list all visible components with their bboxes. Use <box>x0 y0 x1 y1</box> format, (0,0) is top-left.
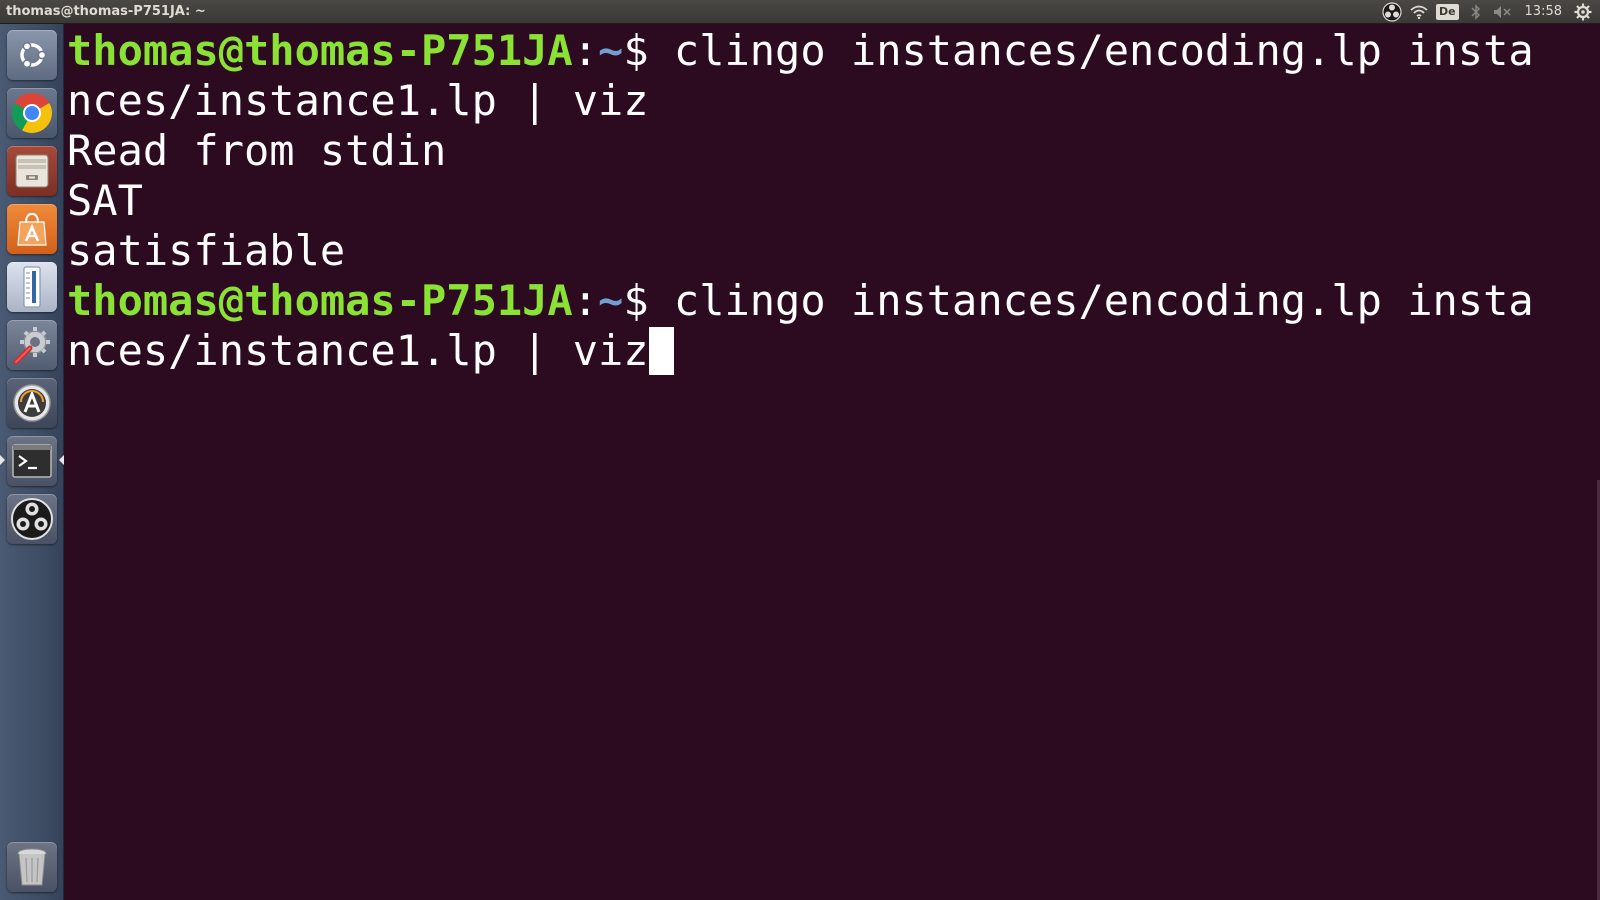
prompt-separator: : <box>572 26 599 75</box>
text-cursor <box>648 327 674 375</box>
updater-icon <box>13 384 51 422</box>
chrome-icon <box>12 93 52 133</box>
command-input[interactable]: nces/instance1.lp | viz <box>67 326 649 375</box>
launcher <box>0 24 64 900</box>
terminal-line-3: Read from stdin <box>67 126 447 175</box>
clock[interactable]: 13:58 <box>1517 4 1570 19</box>
launcher-dash-home[interactable] <box>7 30 57 80</box>
wifi-icon[interactable] <box>1406 0 1432 24</box>
file-cabinet-icon <box>15 154 49 188</box>
session-gear-icon[interactable] <box>1570 0 1596 24</box>
launcher-system-settings[interactable] <box>7 320 57 370</box>
prompt-separator: : <box>572 276 599 325</box>
launcher-running-indicator <box>0 455 5 465</box>
launcher-software-updater[interactable] <box>7 378 57 428</box>
terminal-line-7[interactable]: nces/instance1.lp | viz <box>67 326 1600 376</box>
window-title: thomas@thomas-P751JA: ~ <box>6 4 206 19</box>
command-text: clingo instances/encoding.lp insta <box>673 276 1534 325</box>
prompt-path: ~ <box>598 26 624 75</box>
launcher-chrome[interactable] <box>7 88 57 138</box>
prompt-path: ~ <box>598 276 624 325</box>
launcher-obs[interactable] <box>7 494 57 544</box>
prompt-user-host: thomas@thomas-P751JA <box>67 26 573 75</box>
keyboard-layout-indicator[interactable]: De <box>1432 0 1463 24</box>
launcher-files[interactable] <box>7 146 57 196</box>
terminal-line-6: thomas@thomas-P751JA:~$ clingo instances… <box>67 276 1600 326</box>
terminal-icon <box>12 444 52 478</box>
launcher-text-editor[interactable] <box>7 262 57 312</box>
command-text: clingo instances/encoding.lp insta <box>673 26 1534 75</box>
bluetooth-icon[interactable] <box>1463 0 1489 24</box>
top-panel: thomas@thomas-P751JA: ~ De 13:58 <box>0 0 1600 24</box>
terminal-line-5: satisfiable <box>67 226 346 275</box>
obs-icon <box>11 498 53 540</box>
keyboard-layout-icon: De <box>1435 3 1459 20</box>
volume-muted-icon[interactable] <box>1489 0 1517 24</box>
terminal-line-4: SAT <box>67 176 143 225</box>
terminal-line-2: nces/instance1.lp | viz <box>67 76 649 125</box>
terminal-window[interactable]: thomas@thomas-P751JA:~$ clingo instances… <box>64 24 1600 900</box>
trash-icon <box>17 848 47 886</box>
prompt-user-host: thomas@thomas-P751JA <box>67 276 573 325</box>
indicator-area: De 13:58 <box>1378 0 1600 24</box>
prompt-dollar: $ <box>623 276 674 325</box>
launcher-terminal[interactable] <box>7 436 57 486</box>
shopping-bag-icon <box>17 212 47 246</box>
launcher-trash[interactable] <box>7 842 57 892</box>
thermometer-icon <box>23 266 41 308</box>
launcher-software-center[interactable] <box>7 204 57 254</box>
prompt-dollar: $ <box>623 26 674 75</box>
obs-tray-icon[interactable] <box>1378 0 1406 24</box>
wrench-gear-icon <box>13 327 50 365</box>
ubuntu-logo-icon <box>20 41 47 69</box>
terminal-line-1: thomas@thomas-P751JA:~$ clingo instances… <box>67 26 1600 76</box>
